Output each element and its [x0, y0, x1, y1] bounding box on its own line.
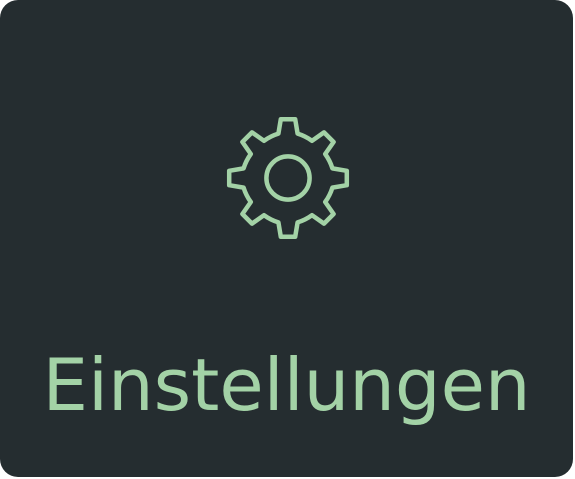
gear-icon [216, 106, 360, 250]
gear-outline [226, 116, 350, 240]
gear-hole [264, 154, 312, 202]
settings-tile[interactable]: Einstellungen [0, 0, 573, 477]
settings-label: Einstellungen [42, 343, 531, 427]
gear-icon-graphic [226, 116, 350, 240]
